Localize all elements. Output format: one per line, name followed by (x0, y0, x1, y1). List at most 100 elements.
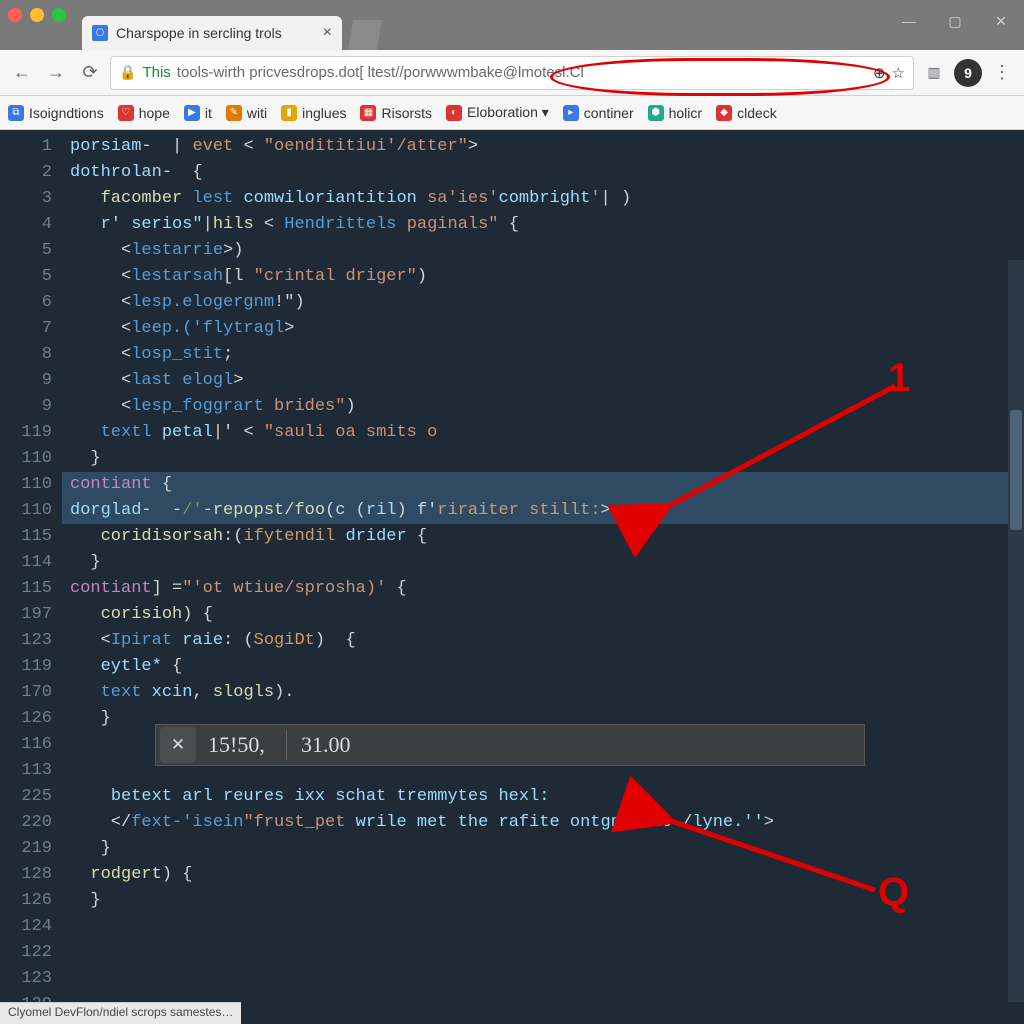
code-line[interactable]: <lesp_foggrart brides") (62, 394, 1024, 420)
line-number: 5 (4, 238, 52, 264)
line-number: 3 (4, 186, 52, 212)
code-line[interactable]: <last elogl> (62, 368, 1024, 394)
bookmark-label: continer (584, 105, 634, 121)
bookmark-item[interactable]: ▮inglues (281, 105, 346, 121)
code-line[interactable]: } (62, 888, 1024, 914)
line-number: 122 (4, 940, 52, 966)
code-line[interactable]: corisioh) { (62, 602, 1024, 628)
menu-button[interactable]: ⋮ (988, 59, 1016, 87)
close-tab-icon[interactable]: × (323, 24, 332, 42)
lock-icon: 🔒 (119, 64, 136, 81)
line-number: 128 (4, 862, 52, 888)
bookmark-item[interactable]: ▸ continer (563, 105, 634, 121)
line-number: 115 (4, 576, 52, 602)
restore-icon[interactable]: ▢ (932, 6, 978, 36)
code-line[interactable]: betext arl reures ixx schat tremmytes he… (62, 784, 1024, 810)
line-number: 126 (4, 706, 52, 732)
code-line[interactable]: facomber lest comwiloriantition sa'ies'c… (62, 186, 1024, 212)
code-line[interactable]: eytle* { (62, 654, 1024, 680)
line-number: 110 (4, 498, 52, 524)
back-button[interactable]: ← (8, 59, 36, 87)
code-line[interactable]: contiant] ="'ot wtiue/sprosha)' { (62, 576, 1024, 602)
code-line[interactable]: textl petal|' < "sauli oa smits o (62, 420, 1024, 446)
code-line[interactable]: text xcin, slogls). (62, 680, 1024, 706)
bookmarks-bar: ⧉Isoigndtions ♡ hope ▶it ✎witi ▮inglues ▦ Risor… (0, 96, 1024, 130)
code-line[interactable]: coridisorsah:(ifytendil drider { (62, 524, 1024, 550)
code-line[interactable]: <leep.('flytragl> (62, 316, 1024, 342)
tab-strip: ⎔ Charspope in sercling trols × — ▢ ✕ (0, 10, 1024, 50)
code-line[interactable]: } (62, 836, 1024, 862)
maximize-window-icon[interactable] (52, 8, 66, 22)
code-line[interactable]: contiant { (62, 472, 1024, 498)
bookmark-star-icon[interactable]: ☆ (892, 64, 905, 82)
browser-tab[interactable]: ⎔ Charspope in sercling trols × (82, 16, 342, 50)
new-tab-button[interactable] (348, 20, 382, 50)
bookmark-item[interactable]: ♡ hope (118, 105, 170, 121)
tab-favicon-icon: ⎔ (92, 25, 108, 41)
line-number: 110 (4, 446, 52, 472)
code-line[interactable]: rodgert) { (62, 862, 1024, 888)
bookmark-label: holicr (669, 105, 702, 121)
bookmark-item[interactable]: ◆cldeck (716, 105, 777, 121)
code-line[interactable]: <lesp.elogergnm!") (62, 290, 1024, 316)
bookmark-icon: ⬢ (648, 105, 664, 121)
bookmark-icon: ▸ (563, 105, 579, 121)
code-line[interactable]: porsiam- | evet < "oendititiui'/atter"> (62, 134, 1024, 160)
find-value-2: 31.00 (287, 732, 351, 758)
code-area[interactable]: porsiam- | evet < "oendititiui'/atter">d… (62, 130, 1024, 1024)
close-icon[interactable]: ✕ (978, 6, 1024, 36)
code-line[interactable]: <losp_stit; (62, 342, 1024, 368)
code-line[interactable]: } (62, 446, 1024, 472)
bookmark-label: inglues (302, 105, 346, 121)
bookmark-icon: ▦ (360, 105, 376, 121)
code-line[interactable]: dorglad- -/'-repopst/foo(c (ril) f'rirai… (62, 498, 1024, 524)
line-number: 9 (4, 394, 52, 420)
line-number: 7 (4, 316, 52, 342)
window-traffic-lights (8, 8, 66, 22)
bookmark-label: Risorsts (381, 105, 432, 121)
find-replace-box[interactable]: ✕ 15!50, 31.00 (155, 724, 865, 766)
url-text: tools-wirth pricvesdrops.dot[ ltest//por… (177, 64, 584, 81)
forward-button[interactable]: → (42, 59, 70, 87)
bookmark-icon: ▶ (184, 105, 200, 121)
translate-icon[interactable]: ⊕ (873, 64, 886, 82)
code-line[interactable] (62, 914, 1024, 940)
address-bar[interactable]: 🔒 This tools-wirth pricvesdrops.dot[ lte… (110, 56, 914, 90)
line-number: 9 (4, 368, 52, 394)
find-close-icon[interactable]: ✕ (160, 727, 196, 763)
minimize-window-icon[interactable] (30, 8, 44, 22)
close-window-icon[interactable] (8, 8, 22, 22)
code-line[interactable]: dothrolan- { (62, 160, 1024, 186)
bookmark-label: witi (247, 105, 267, 121)
vertical-scrollbar[interactable] (1008, 260, 1024, 1002)
bookmark-item[interactable]: ⬢ holicr (648, 105, 702, 121)
bookmark-icon: ⧉ (8, 105, 24, 121)
code-line[interactable]: </fext-'isein"frust_pet wrile met the ra… (62, 810, 1024, 836)
scrollbar-thumb[interactable] (1010, 410, 1022, 530)
bookmark-item[interactable]: ▦ Risorsts (360, 105, 432, 121)
line-number: 220 (4, 810, 52, 836)
minimize-icon[interactable]: — (886, 6, 932, 36)
line-number: 115 (4, 524, 52, 550)
bookmark-item[interactable]: ▶it (184, 105, 212, 121)
code-line[interactable]: } (62, 550, 1024, 576)
code-line[interactable] (62, 966, 1024, 992)
code-line[interactable]: <lestarsah[l "crintal driger") (62, 264, 1024, 290)
code-line[interactable]: r' serios"|hils < Hendrittels paginals" … (62, 212, 1024, 238)
bookmark-icon: ◐ (446, 105, 462, 121)
url-protocol: This (142, 64, 170, 81)
bookmark-item[interactable]: ✎witi (226, 105, 267, 121)
code-editor: 1234556789911911011011011511411519712311… (0, 130, 1024, 1024)
code-line[interactable] (62, 940, 1024, 966)
bookmark-icon: ♡ (118, 105, 134, 121)
bookmark-label: hope (139, 105, 170, 121)
bookmark-item[interactable]: ◐Eloboration ▾ (446, 104, 549, 121)
reload-button[interactable]: ⟳ (76, 59, 104, 87)
extension-badge-icon[interactable]: 9 (954, 59, 982, 87)
code-line[interactable]: <lestarrie>) (62, 238, 1024, 264)
status-bar: Clyomel DevFlon/ndiel scrops samestes… (0, 1002, 241, 1024)
extension-icon-1[interactable]: ▥ (920, 59, 948, 87)
code-line[interactable]: <Ipirat raie: (SogiDt) { (62, 628, 1024, 654)
bookmark-item[interactable]: ⧉Isoigndtions (8, 105, 104, 121)
line-number: 119 (4, 654, 52, 680)
